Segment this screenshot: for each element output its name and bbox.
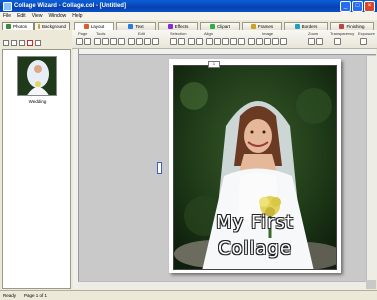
- thumbnail-panel: Wedding: [2, 49, 71, 289]
- menu-help[interactable]: Help: [72, 13, 82, 19]
- close-button[interactable]: ×: [364, 1, 375, 12]
- finishing-icon: [339, 24, 345, 29]
- tab-text[interactable]: Text: [116, 22, 156, 30]
- ribbon-toolbar: Page Tools Edit Selection Align Image Zo…: [72, 30, 377, 49]
- photo-icon: [6, 24, 11, 29]
- menu-window[interactable]: Window: [48, 13, 66, 19]
- transparency-button[interactable]: [334, 38, 341, 45]
- group-transparency: Transparency: [330, 31, 355, 36]
- send-back-button[interactable]: [196, 38, 203, 45]
- tab-clipart[interactable]: Clipart: [200, 22, 240, 30]
- align-right-button[interactable]: [222, 38, 229, 45]
- select-none-button[interactable]: [178, 38, 185, 45]
- align-middle-button[interactable]: [238, 38, 245, 45]
- ruler-horizontal: [73, 49, 376, 55]
- zoom-out-button[interactable]: [316, 38, 323, 45]
- undo-button[interactable]: [136, 38, 143, 45]
- open-button[interactable]: [84, 38, 91, 45]
- group-selection: Selection: [170, 31, 187, 36]
- delete-button[interactable]: [152, 38, 159, 45]
- resize-handle[interactable]: [157, 162, 162, 174]
- bring-front-button[interactable]: [188, 38, 195, 45]
- background-icon: [38, 24, 40, 29]
- title-bar: Collage Wizard - Collage.col - [Untitled…: [0, 0, 377, 12]
- caption-text-line2[interactable]: Collage: [173, 238, 337, 259]
- flip-v-button[interactable]: [272, 38, 279, 45]
- group-image: Image: [262, 31, 274, 36]
- minimize-button[interactable]: _: [340, 1, 351, 12]
- group-page: Page: [78, 31, 88, 36]
- remove-photo-button[interactable]: [11, 40, 17, 46]
- align-center-button[interactable]: [214, 38, 221, 45]
- align-top-button[interactable]: [230, 38, 237, 45]
- frame-number-tag: 1: [208, 61, 220, 68]
- tab-finishing[interactable]: Finishing: [330, 22, 374, 30]
- print-button[interactable]: [102, 38, 109, 45]
- copy-button[interactable]: [110, 38, 117, 45]
- tab-effects[interactable]: Effects: [158, 22, 198, 30]
- new-page-button[interactable]: [76, 38, 83, 45]
- frames-icon: [250, 24, 256, 29]
- select-all-button[interactable]: [170, 38, 177, 45]
- status-text: Ready: [3, 293, 17, 298]
- align-left-button[interactable]: [206, 38, 213, 45]
- exposure-button[interactable]: [360, 38, 367, 45]
- vertical-scrollbar[interactable]: [366, 56, 377, 280]
- thumbnail-label: Wedding: [28, 99, 47, 104]
- top-tab-strip: Layout Text Effects Clipart Frames Borde…: [72, 20, 377, 30]
- save-button[interactable]: [94, 38, 101, 45]
- borders-icon: [294, 24, 300, 29]
- menu-edit[interactable]: Edit: [17, 13, 26, 19]
- zoom-in-button[interactable]: [308, 38, 315, 45]
- menu-view[interactable]: View: [32, 13, 43, 19]
- tab-frames[interactable]: Frames: [242, 22, 282, 30]
- paste-button[interactable]: [118, 38, 125, 45]
- effects-icon: [167, 24, 173, 29]
- group-zoom: Zoom: [308, 31, 319, 36]
- tab-background[interactable]: Background: [34, 22, 70, 30]
- ruler-vertical: [73, 49, 79, 289]
- rotate-left-button[interactable]: [248, 38, 255, 45]
- clipart-icon: [209, 24, 215, 29]
- window-controls: _ □ ×: [340, 1, 375, 12]
- properties-button[interactable]: [35, 40, 41, 46]
- page-indicator: Page 1 of 1: [24, 293, 48, 298]
- status-bar: Ready Page 1 of 1: [0, 290, 377, 300]
- horizontal-scrollbar[interactable]: [78, 281, 366, 290]
- app-icon: [3, 1, 12, 11]
- rotate-right-button[interactable]: [256, 38, 263, 45]
- group-exposure: Exposure: [358, 31, 375, 36]
- add-photo-button[interactable]: [3, 40, 9, 46]
- group-edit: Edit: [138, 31, 145, 36]
- tab-photos[interactable]: Photos: [2, 22, 34, 30]
- tab-layout[interactable]: Layout: [74, 22, 114, 30]
- crop-button[interactable]: [128, 38, 135, 45]
- group-tools: Tools: [96, 31, 106, 36]
- thumbnail-photo: [18, 57, 56, 95]
- layout-icon: [83, 24, 89, 29]
- text-icon: [128, 24, 134, 29]
- group-align: Align: [204, 31, 213, 36]
- thumbnail-toolbar: [0, 38, 75, 48]
- refresh-button[interactable]: [19, 40, 25, 46]
- maximize-button[interactable]: □: [352, 1, 363, 12]
- window-title: Collage Wizard - Collage.col - [Untitled…: [14, 3, 126, 9]
- delete-photo-button[interactable]: [27, 40, 33, 46]
- menu-bar: File Edit View Window Help: [0, 12, 377, 20]
- tab-borders[interactable]: Borders: [284, 22, 328, 30]
- resize-button[interactable]: [280, 38, 287, 45]
- caption-text-line1[interactable]: My First: [173, 212, 337, 233]
- flip-h-button[interactable]: [264, 38, 271, 45]
- menu-file[interactable]: File: [3, 13, 11, 19]
- redo-button[interactable]: [144, 38, 151, 45]
- thumbnail-image[interactable]: [17, 56, 57, 96]
